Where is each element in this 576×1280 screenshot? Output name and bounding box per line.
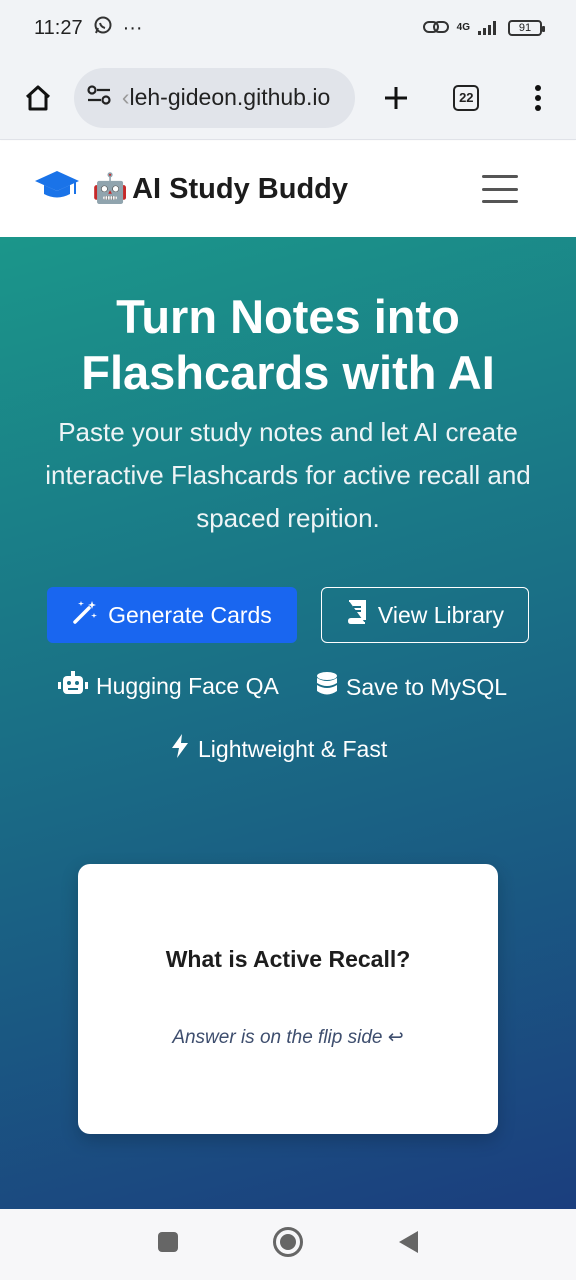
bolt-icon [170, 733, 190, 765]
network-label: 4G [457, 23, 470, 33]
feature-lightweight-label: Lightweight & Fast [198, 735, 388, 762]
whatsapp-icon [93, 15, 113, 41]
status-left: 11:27 ··· [34, 15, 143, 41]
feature-mysql: Save to MySQL [316, 671, 507, 703]
flashcard-question: What is Active Recall? [165, 946, 411, 972]
brand-name: AI Study Buddy [132, 172, 348, 205]
feature-hugging-face-label: Hugging Face QA [96, 672, 279, 699]
book-icon [346, 599, 368, 631]
back-icon[interactable] [396, 1229, 420, 1260]
view-library-label: View Library [377, 601, 505, 628]
tab-count: 22 [453, 84, 480, 111]
graduation-cap-icon [34, 168, 80, 210]
system-nav-bar [0, 1209, 576, 1280]
brand-robot-icon: 🤖 [92, 173, 129, 205]
database-icon [316, 671, 338, 703]
generate-cards-label: Generate Cards [108, 601, 272, 628]
view-library-button[interactable]: View Library [321, 587, 529, 643]
home-circle-icon[interactable] [272, 1226, 304, 1263]
generate-cards-button[interactable]: Generate Cards [47, 587, 297, 643]
hero-subtitle: Paste your study notes and let AI create… [45, 417, 531, 533]
hero-title: Turn Notes into Flashcards with AI [81, 290, 495, 399]
feature-lightweight: Lightweight & Fast [170, 733, 387, 765]
app-navbar: 🤖 AI Study Buddy [0, 141, 576, 237]
tabs-icon[interactable]: 22 [446, 78, 486, 118]
address-bar[interactable]: ‹leh-gideon.github.io [73, 67, 355, 128]
link-icon [422, 19, 449, 38]
hero-section: Turn Notes into Flashcards with AI Paste… [0, 237, 576, 1209]
brand[interactable]: 🤖 AI Study Buddy [34, 168, 348, 210]
flashcard[interactable]: What is Active Recall? Answer is on the … [78, 864, 498, 1134]
plus-icon[interactable] [377, 78, 417, 118]
browser-toolbar: ‹leh-gideon.github.io 22 [0, 56, 576, 140]
status-more: ··· [122, 16, 143, 39]
battery-level: 91 [518, 22, 532, 34]
status-time: 11:27 [34, 16, 83, 39]
flashcard-hint: Answer is on the flip side ↩ [172, 1027, 404, 1048]
battery-icon: 91 [508, 20, 545, 36]
site-settings-icon[interactable] [86, 84, 112, 111]
robot-icon [58, 671, 88, 701]
feature-hugging-face: Hugging Face QA [58, 671, 279, 701]
status-bar: 11:27 ··· 4G 91 [0, 0, 576, 56]
magic-wand-icon [72, 599, 98, 631]
network-type: 4G [456, 22, 470, 33]
recents-icon[interactable] [156, 1230, 180, 1259]
more-vert-icon[interactable] [518, 78, 558, 118]
hamburger-icon[interactable] [482, 175, 518, 203]
home-icon[interactable] [18, 78, 58, 118]
signal-icon [478, 19, 500, 38]
url-text: ‹leh-gideon.github.io [121, 84, 331, 110]
status-right: 4G 91 [422, 19, 545, 38]
feature-mysql-label: Save to MySQL [346, 673, 508, 700]
